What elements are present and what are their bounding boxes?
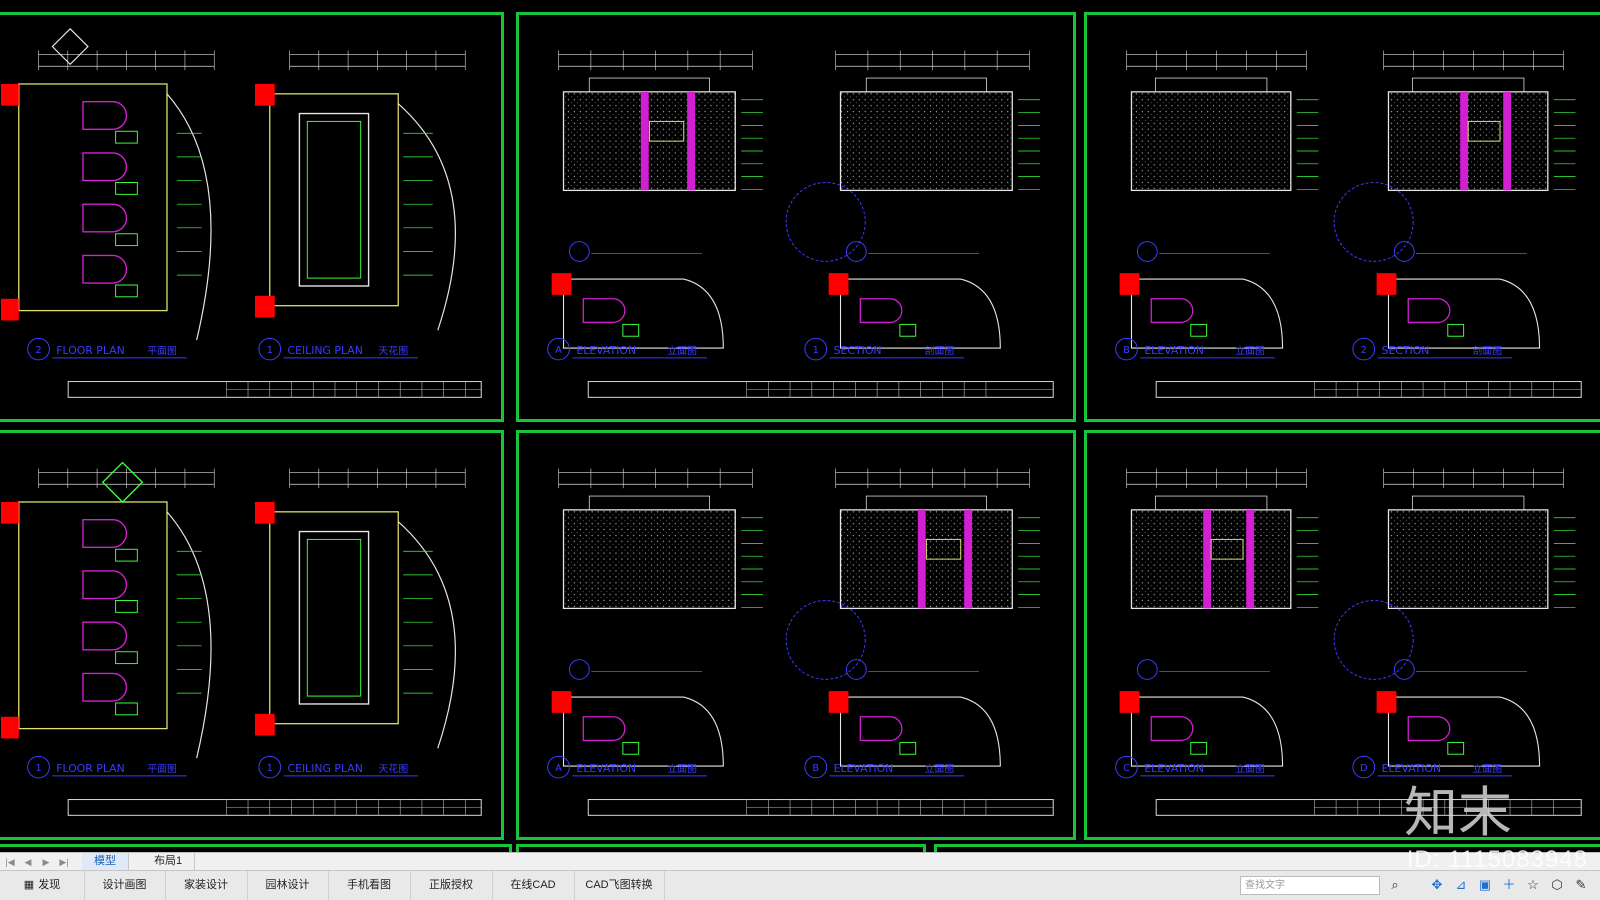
view-subtitle: 平面图 <box>147 345 177 357</box>
view-number: C <box>1123 763 1130 774</box>
sheet-drawing: A ELEVATION 立面图 1 SECTION 剖面图 <box>547 50 1054 398</box>
view-subtitle: 立面图 <box>1235 344 1265 357</box>
sheet-drawing: A ELEVATION 立面图 B ELEVATION 立面图 <box>547 468 1054 816</box>
toolbar-button-0[interactable]: 设计画图 <box>84 871 166 900</box>
view-title: FLOOR PLAN <box>56 344 124 357</box>
view-title: ELEVATION <box>576 344 636 357</box>
pen-icon[interactable]: ✎ <box>1572 876 1590 894</box>
view-subtitle: 剖面图 <box>925 344 955 357</box>
drawing-sheet-4: 1 FLOOR PLAN 平面图 1 CEILING PLAN 天花图 <box>0 430 504 840</box>
view-number: 1 <box>267 763 273 774</box>
ortho-icon[interactable]: ⊿ <box>1452 876 1470 894</box>
view-title: CEILING PLAN <box>288 762 363 775</box>
drawing-sheet-partial <box>0 844 512 852</box>
drawing-sheet-2: A ELEVATION 立面图 1 SECTION 剖面图 <box>516 12 1076 422</box>
prev-tab-arrow-icon[interactable]: ◀ <box>22 856 34 868</box>
tab-layout1[interactable]: 布局1 <box>142 853 196 870</box>
toolbar-button-1[interactable]: 家装设计 <box>165 871 248 900</box>
view-title: ELEVATION <box>576 762 636 775</box>
grid-icon: ▦ <box>23 879 35 891</box>
watermark-logo: 知末 <box>1404 781 1512 844</box>
search-input[interactable]: 查找文字 <box>1240 876 1380 895</box>
view-subtitle: 天花图 <box>378 762 408 775</box>
view-subtitle: 天花图 <box>378 344 408 357</box>
view-number: D <box>1360 763 1368 774</box>
discover-button[interactable]: ▦ 发现 <box>0 871 85 900</box>
view-subtitle: 立面图 <box>667 344 697 357</box>
view-title: SECTION <box>834 344 882 357</box>
view-number: B <box>812 763 819 774</box>
view-number: 2 <box>35 345 41 356</box>
drawing-sheet-partial <box>516 844 926 852</box>
search-icon[interactable]: ⌕ <box>1386 876 1404 894</box>
snap-icon[interactable]: ✥ <box>1428 876 1446 894</box>
toolbar-button-3[interactable]: 手机看图 <box>328 871 411 900</box>
view-number: A <box>555 345 562 356</box>
drawing-sheet-1: 2 FLOOR PLAN 平面图 1 CEILING PLAN 天花图 <box>0 12 504 422</box>
toolbar-button-2[interactable]: 园林设计 <box>247 871 329 900</box>
drawing-sheet-3: B ELEVATION 立面图 2 SECTION 剖面图 <box>1084 12 1600 422</box>
view-number: 2 <box>1361 345 1367 356</box>
next-tab-arrow-icon[interactable]: ▶ <box>40 856 52 868</box>
sheet-drawing: B ELEVATION 立面图 2 SECTION 剖面图 <box>1115 50 1582 398</box>
sheet-drawing: C ELEVATION 立面图 D ELEVATION 立面图 <box>1115 468 1582 816</box>
sheet-drawing: 2 FLOOR PLAN 平面图 1 CEILING PLAN 天花图 <box>0 27 482 398</box>
polar-icon[interactable]: ▣ <box>1476 876 1494 894</box>
view-number: A <box>555 763 562 774</box>
layout-tab-bar: |◀ ◀ ▶ ▶| 模型 布局1 <box>0 852 1600 870</box>
view-title: ELEVATION <box>834 762 894 775</box>
drawing-sheet-5: A ELEVATION 立面图 B ELEVATION 立面图 <box>516 430 1076 840</box>
view-title: ELEVATION <box>1144 762 1204 775</box>
toolbar-button-4[interactable]: 正版授权 <box>410 871 493 900</box>
tab-model[interactable]: 模型 <box>82 853 129 870</box>
view-number: 1 <box>267 345 273 356</box>
view-subtitle: 平面图 <box>147 763 177 775</box>
first-tab-arrow-icon[interactable]: |◀ <box>4 856 16 868</box>
view-number: 1 <box>813 345 819 356</box>
sheet-drawing: 1 FLOOR PLAN 平面图 1 CEILING PLAN 天花图 <box>0 461 482 816</box>
view-subtitle: 剖面图 <box>1473 344 1503 357</box>
view-number: B <box>1123 345 1130 356</box>
view-number: 1 <box>35 763 41 774</box>
view-subtitle: 立面图 <box>1235 762 1265 775</box>
view-subtitle: 立面图 <box>925 762 955 775</box>
drawing-sheet-6: C ELEVATION 立面图 D ELEVATION 立面图 <box>1084 430 1600 840</box>
view-title: FLOOR PLAN <box>56 762 124 775</box>
toolbar-button-6[interactable]: CAD飞图转换 <box>574 871 665 900</box>
view-title: SECTION <box>1382 344 1430 357</box>
cube-icon[interactable]: ⬡ <box>1548 876 1566 894</box>
toolbar-button-5[interactable]: 在线CAD <box>492 871 575 900</box>
discover-label: 发现 <box>38 879 61 891</box>
bottom-toolbar: ▦ 发现 设计画图 家装设计 园林设计 手机看图 正版授权 在线CAD CAD飞图转换 查找文… <box>0 870 1600 900</box>
view-title: ELEVATION <box>1144 344 1204 357</box>
watermark-id: ID: 1115083948 <box>1406 846 1588 873</box>
view-title: CEILING PLAN <box>288 344 363 357</box>
star-icon[interactable]: ☆ <box>1524 876 1542 894</box>
last-tab-arrow-icon[interactable]: ▶| <box>58 856 70 868</box>
crosshair-icon[interactable]: ＋ <box>1500 876 1518 894</box>
cad-drawing-canvas[interactable]: 2 FLOOR PLAN 平面图 1 CEILING PLAN 天花图 A ELEVATION… <box>0 0 1600 852</box>
view-subtitle: 立面图 <box>667 762 697 775</box>
